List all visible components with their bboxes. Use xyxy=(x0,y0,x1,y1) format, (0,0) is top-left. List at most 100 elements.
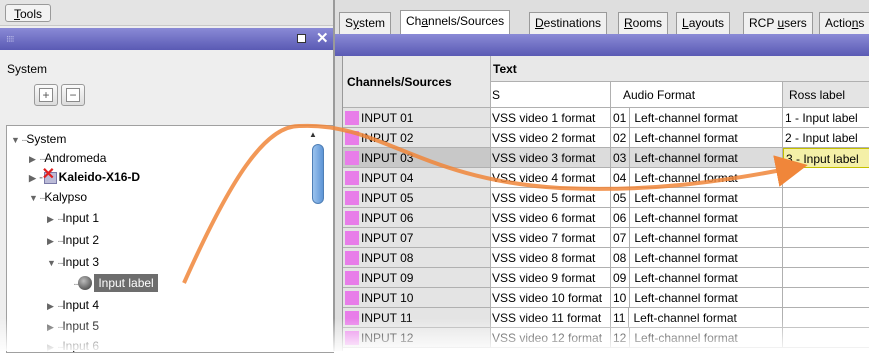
color-swatch-icon xyxy=(345,311,359,325)
cell-source[interactable]: INPUT 04 xyxy=(343,168,491,188)
expand-toggle-icon[interactable]: ▶ xyxy=(29,170,39,186)
tab-rooms[interactable]: Rooms xyxy=(618,12,669,34)
expand-toggle-icon[interactable]: ▼ xyxy=(29,190,39,206)
color-swatch-icon xyxy=(345,331,359,345)
cell-ross[interactable] xyxy=(783,248,869,268)
tab-destinations[interactable]: Destinations xyxy=(529,12,608,34)
tab-layouts[interactable]: Layouts xyxy=(676,12,731,34)
cell-source[interactable]: INPUT 08 xyxy=(343,248,491,268)
system-tree[interactable]: ▼····System ▶····Andromeda ▶··Kaleido-X1… xyxy=(6,125,334,353)
cell-source[interactable]: INPUT 07 xyxy=(343,228,491,248)
expand-toggle-icon[interactable]: ▶ xyxy=(47,233,57,249)
cell-source[interactable]: INPUT 09 xyxy=(343,268,491,288)
scrollbar-thumb[interactable] xyxy=(312,144,324,204)
cell-source[interactable]: INPUT 06 xyxy=(343,208,491,228)
cell-audio[interactable]: 11 Left-channel format xyxy=(611,308,783,328)
cell-s[interactable]: VSS video 12 format xyxy=(491,328,611,348)
cell-ross[interactable] xyxy=(783,308,869,328)
color-swatch-icon xyxy=(345,111,359,125)
offline-device-icon xyxy=(42,167,57,184)
cell-audio[interactable]: 04 Left-channel format xyxy=(611,168,783,188)
cell-source[interactable]: INPUT 02 xyxy=(343,128,491,148)
cell-s[interactable]: VSS video 11 format xyxy=(491,308,611,328)
cell-audio[interactable]: 05 Left-channel format xyxy=(611,188,783,208)
tab-channels-sources[interactable]: Channels/Sources xyxy=(400,10,511,35)
close-icon[interactable]: ✕ xyxy=(316,29,329,47)
tree-item-andromeda[interactable]: ▶ ····Andromeda xyxy=(29,150,106,166)
tree-item-input-1[interactable]: ▶ ····Input 1 xyxy=(47,210,99,226)
color-swatch-icon xyxy=(345,131,359,145)
cell-s[interactable]: VSS video 9 format xyxy=(491,268,611,288)
cell-ross[interactable] xyxy=(783,188,869,208)
cell-audio[interactable]: 10 Left-channel format xyxy=(611,288,783,308)
cell-ross[interactable] xyxy=(783,268,869,288)
cell-audio[interactable]: 02 Left-channel format xyxy=(611,128,783,148)
tree-item-input-3[interactable]: ▼····Input 3 xyxy=(47,254,99,270)
color-swatch-icon xyxy=(345,251,359,265)
cell-ross[interactable] xyxy=(783,168,869,188)
cell-audio[interactable]: 08 Left-channel format xyxy=(611,248,783,268)
expand-toggle-icon[interactable]: ▶ xyxy=(29,151,39,167)
tools-button[interactable]: Tools xyxy=(5,4,52,22)
cell-s[interactable]: VSS video 6 format xyxy=(491,208,611,228)
cell-source[interactable]: INPUT 01 xyxy=(343,108,491,128)
cell-s[interactable]: VSS video 2 format xyxy=(491,128,611,148)
cell-source[interactable]: INPUT 12 xyxy=(343,328,491,348)
column-header-ross[interactable]: Ross label xyxy=(783,82,869,108)
cell-ross[interactable]: 2 - Input label xyxy=(783,128,869,148)
channels-grid[interactable]: Channels/Sources Text S Audio Format Ros… xyxy=(342,56,869,351)
cell-ross[interactable] xyxy=(783,328,869,348)
cell-s[interactable]: VSS video 3 format xyxy=(491,148,611,168)
grip-icon[interactable]: ⁝⁝⁝⁝ xyxy=(6,34,15,45)
column-header-channels[interactable]: Channels/Sources xyxy=(343,56,491,108)
cell-source[interactable]: INPUT 11 xyxy=(343,308,491,328)
color-swatch-icon xyxy=(345,291,359,305)
cell-s[interactable]: VSS video 10 format xyxy=(491,288,611,308)
tree-item-input-4[interactable]: ▶ ····Input 4 xyxy=(47,297,99,313)
cell-ross[interactable] xyxy=(783,208,869,228)
cell-audio[interactable]: 07 Left-channel format xyxy=(611,228,783,248)
cell-s[interactable]: VSS video 4 format xyxy=(491,168,611,188)
cell-audio[interactable]: 06 Left-channel format xyxy=(611,208,783,228)
expand-toggle-icon[interactable]: ▶ xyxy=(47,298,57,314)
tree-item-system[interactable]: ▼····System xyxy=(11,131,66,147)
expand-toggle-icon[interactable]: ▼ xyxy=(47,255,57,271)
expand-toggle-icon[interactable]: ▶ xyxy=(47,319,57,335)
tree-item-kalypso[interactable]: ▼····Kalypso xyxy=(29,189,87,205)
remove-button[interactable]: − xyxy=(61,84,85,106)
cell-audio[interactable]: 09 Left-channel format xyxy=(611,268,783,288)
add-button[interactable]: + xyxy=(34,84,58,106)
tree-item-input-2[interactable]: ▶ ····Input 2 xyxy=(47,232,99,248)
column-header-audio[interactable]: Audio Format xyxy=(611,82,783,108)
cell-s[interactable]: VSS video 5 format xyxy=(491,188,611,208)
restore-icon[interactable] xyxy=(297,34,306,43)
tree-item-input-label[interactable]: ···· Input label xyxy=(73,274,158,292)
cell-audio[interactable]: 01 Left-channel format xyxy=(611,108,783,128)
scroll-up-icon[interactable]: ▲ xyxy=(309,130,317,139)
column-group-text[interactable]: Text xyxy=(491,56,869,82)
expand-toggle-icon[interactable]: ▼ xyxy=(11,132,21,148)
tree-item-input-5[interactable]: ▶ ····Input 5 xyxy=(47,318,99,334)
cell-audio[interactable]: 03 Left-channel format xyxy=(611,148,783,168)
color-swatch-icon xyxy=(345,171,359,185)
cell-source[interactable]: INPUT 10 xyxy=(343,288,491,308)
cell-source[interactable]: INPUT 03 xyxy=(343,148,491,168)
tab-system[interactable]: System xyxy=(339,12,392,34)
cell-source[interactable]: INPUT 05 xyxy=(343,188,491,208)
color-swatch-icon xyxy=(345,271,359,285)
panel-titlebar xyxy=(335,34,869,56)
tab-rcp-users[interactable]: RCP users xyxy=(743,12,813,34)
cell-audio[interactable]: 12 Left-channel format xyxy=(611,328,783,348)
cell-s[interactable]: VSS video 8 format xyxy=(491,248,611,268)
expand-toggle-icon[interactable]: ▶ xyxy=(47,211,57,227)
cell-ross[interactable]: 1 - Input label xyxy=(783,108,869,128)
cell-ross[interactable]: 3 - Input label xyxy=(783,148,869,168)
tab-actions[interactable]: Actions xyxy=(819,12,869,34)
cell-ross[interactable] xyxy=(783,228,869,248)
cell-s[interactable]: VSS video 7 format xyxy=(491,228,611,248)
tree-item-kaleido[interactable]: ▶··Kaleido-X16-D xyxy=(29,167,140,186)
tools-panel: Tools ⁝⁝⁝⁝ ✕ System + − ▼····System ▶ ···… xyxy=(0,0,334,353)
cell-s[interactable]: VSS video 1 format xyxy=(491,108,611,128)
cell-ross[interactable] xyxy=(783,288,869,308)
column-header-s[interactable]: S xyxy=(491,82,611,108)
